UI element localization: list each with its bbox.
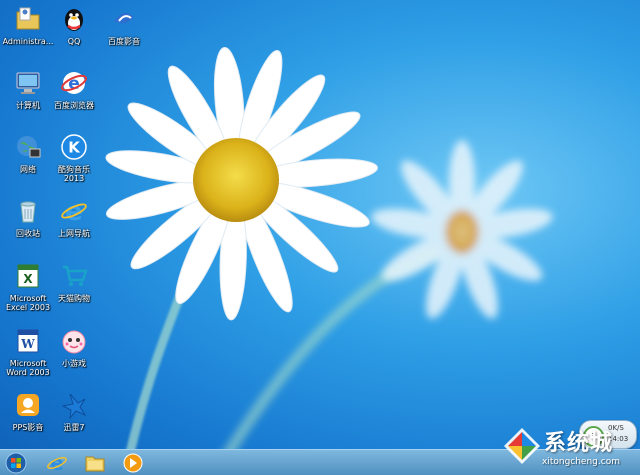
mini-game-icon: [58, 325, 90, 357]
desktop-icon-baidu-browser[interactable]: e 百度浏览器: [46, 67, 102, 129]
desktop-icon-tmall[interactable]: 天猫购物: [46, 260, 102, 322]
taskbar-media-player[interactable]: [118, 451, 148, 475]
start-button[interactable]: [3, 451, 29, 475]
desktop-icon-qq[interactable]: QQ: [46, 3, 102, 65]
svg-text:X: X: [23, 272, 33, 286]
thunder-icon: [58, 389, 90, 421]
computer-icon: [12, 67, 44, 99]
kugou-music-icon: K: [58, 131, 90, 163]
svg-text:K: K: [68, 139, 81, 157]
desktop-icon-thunder[interactable]: 迅雷7: [46, 389, 102, 451]
start-orb-icon: [5, 452, 27, 474]
internet-explorer-icon: e: [47, 452, 67, 474]
recycle-bin-icon: [12, 195, 44, 227]
baidu-browser-icon: e: [58, 67, 90, 99]
svg-text:W: W: [20, 337, 35, 351]
watermark-url: xitongcheng.com: [542, 457, 620, 467]
word-icon: W: [12, 325, 44, 357]
file-explorer-icon: [85, 456, 105, 472]
ie-navigation-icon: e: [58, 195, 90, 227]
pps-player-icon: [12, 389, 44, 421]
excel-icon: X: [12, 260, 44, 292]
desktop-icon-ie-navigation[interactable]: e 上网导航: [46, 195, 102, 257]
xitongcheng-logo-icon: [504, 428, 540, 464]
watermark: 系统城 xitongcheng.com: [500, 424, 640, 475]
desktop-icon-baidu-video[interactable]: 百度影音: [96, 3, 152, 65]
desktop-icon-mini-game[interactable]: 小游戏: [46, 325, 102, 387]
user-folder-icon: [12, 3, 44, 35]
baidu-video-icon: [108, 3, 140, 35]
watermark-brand: 系统城: [544, 431, 614, 456]
desktop-icon-kugou[interactable]: K 酷狗音乐 2013: [46, 131, 102, 193]
shopping-cart-icon: [58, 260, 90, 292]
desktop[interactable]: Administra... QQ 百度影音 计算机 e 百度浏览器 网络 K 酷…: [0, 0, 640, 475]
media-player-icon: [123, 453, 143, 473]
network-icon: [12, 131, 44, 163]
taskbar-file-explorer[interactable]: [80, 451, 110, 475]
svg-text:e: e: [50, 452, 64, 474]
svg-text:e: e: [65, 197, 83, 225]
qq-penguin-icon: [58, 3, 90, 35]
taskbar-internet-explorer[interactable]: e: [42, 451, 72, 475]
